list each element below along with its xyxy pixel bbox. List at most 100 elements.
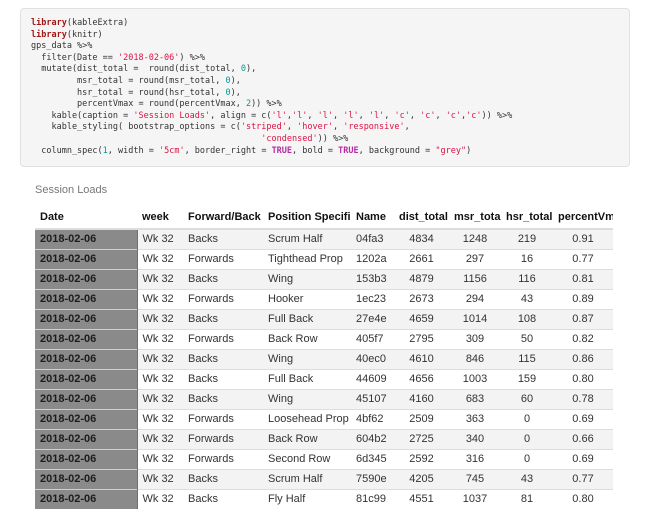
column-header-week: week	[137, 205, 183, 229]
column-header-name: Name	[351, 205, 394, 229]
cell-msr-total: 1037	[449, 489, 501, 509]
cell-dist-total: 2725	[394, 429, 449, 449]
code-token-str: 'striped'	[241, 122, 287, 132]
cell-dist-total: 2673	[394, 289, 449, 309]
column-header-msr-total: msr_total	[449, 205, 501, 229]
table-row: 2018-02-06Wk 32BacksWing153b348791156116…	[35, 269, 613, 289]
cell-date: 2018-02-06	[35, 329, 137, 349]
cell-week: Wk 32	[137, 369, 183, 389]
cell-hsr-total: 115	[501, 349, 553, 369]
cell-week: Wk 32	[137, 289, 183, 309]
cell-name: 604b2	[351, 429, 394, 449]
cell-position-specific: Wing	[263, 349, 351, 369]
cell-date: 2018-02-06	[35, 249, 137, 269]
r-code-block: library(kableExtra)library(knitr)gps_dat…	[20, 8, 630, 167]
code-token-str: 'condensed'	[261, 134, 317, 144]
cell-forward-back: Forwards	[183, 249, 263, 269]
code-line: library(knitr)	[31, 30, 619, 42]
cell-forward-back: Forwards	[183, 429, 263, 449]
cell-dist-total: 4160	[394, 389, 449, 409]
session-loads-table: Session Loads DateweekForward/BackPositi…	[35, 180, 613, 509]
cell-percentvmax: 0.66	[553, 429, 613, 449]
cell-position-specific: Wing	[263, 269, 351, 289]
cell-hsr-total: 43	[501, 289, 553, 309]
code-token: kable_styling( bootstrap_options = c(	[31, 122, 241, 132]
cell-week: Wk 32	[137, 489, 183, 509]
cell-percentvmax: 0.77	[553, 249, 613, 269]
code-token: percentVmax = round(percentVmax,	[31, 99, 246, 109]
table-row: 2018-02-06Wk 32ForwardsBack Row604b22725…	[35, 429, 613, 449]
cell-name: 4bf62	[351, 409, 394, 429]
cell-hsr-total: 159	[501, 369, 553, 389]
code-token-str: 'l'	[369, 111, 384, 121]
table-row: 2018-02-06Wk 32BacksWing40ec046108461150…	[35, 349, 613, 369]
cell-percentvmax: 0.80	[553, 369, 613, 389]
code-line: hsr_total = round(hsr_total, 0),	[31, 88, 619, 100]
code-token: , background =	[359, 146, 436, 156]
cell-msr-total: 340	[449, 429, 501, 449]
cell-msr-total: 1014	[449, 309, 501, 329]
cell-week: Wk 32	[137, 269, 183, 289]
cell-percentvmax: 0.69	[553, 409, 613, 429]
code-token: )) %>%	[482, 111, 513, 121]
cell-percentvmax: 0.87	[553, 309, 613, 329]
code-token: ,	[435, 111, 445, 121]
cell-name: 7590e	[351, 469, 394, 489]
code-token: , bold =	[292, 146, 338, 156]
code-token-str: 'l'	[272, 111, 287, 121]
cell-position-specific: Back Row	[263, 329, 351, 349]
cell-forward-back: Forwards	[183, 329, 263, 349]
code-token: , align = c(	[210, 111, 271, 121]
code-token: filter(Date ==	[31, 53, 118, 63]
cell-date: 2018-02-06	[35, 429, 137, 449]
cell-position-specific: Fly Half	[263, 489, 351, 509]
cell-week: Wk 32	[137, 469, 183, 489]
cell-date: 2018-02-06	[35, 409, 137, 429]
cell-name: 1ec23	[351, 289, 394, 309]
cell-hsr-total: 219	[501, 229, 553, 249]
code-token-str: 'c'	[420, 111, 435, 121]
code-token: column_spec(	[31, 146, 103, 156]
cell-week: Wk 32	[137, 389, 183, 409]
cell-name: 153b3	[351, 269, 394, 289]
table-header-row: DateweekForward/BackPosition SpecificNam…	[35, 205, 613, 229]
cell-date: 2018-02-06	[35, 289, 137, 309]
cell-position-specific: Tighthead Prop	[263, 249, 351, 269]
cell-date: 2018-02-06	[35, 349, 137, 369]
cell-hsr-total: 108	[501, 309, 553, 329]
cell-date: 2018-02-06	[35, 229, 137, 249]
cell-hsr-total: 116	[501, 269, 553, 289]
column-header-dist-total: dist_total	[394, 205, 449, 229]
cell-forward-back: Backs	[183, 229, 263, 249]
code-token-str: 'responsive'	[343, 122, 404, 132]
cell-week: Wk 32	[137, 449, 183, 469]
cell-dist-total: 4610	[394, 349, 449, 369]
code-token: ),	[246, 64, 256, 74]
cell-msr-total: 683	[449, 389, 501, 409]
session-loads-table-wrap: Session Loads DateweekForward/BackPositi…	[35, 180, 615, 509]
code-line: filter(Date == '2018-02-06') %>%	[31, 53, 619, 65]
code-line: column_spec(1, width = '5cm', border_rig…	[31, 146, 619, 158]
cell-hsr-total: 60	[501, 389, 553, 409]
table-body: 2018-02-06Wk 32BacksScrum Half04fa348341…	[35, 229, 613, 509]
table-row: 2018-02-06Wk 32ForwardsSecond Row6d34525…	[35, 449, 613, 469]
code-token: gps_data %>%	[31, 41, 92, 51]
cell-percentvmax: 0.77	[553, 469, 613, 489]
cell-name: 1202a	[351, 249, 394, 269]
cell-hsr-total: 0	[501, 449, 553, 469]
cell-msr-total: 363	[449, 409, 501, 429]
code-token-str: '2018-02-06'	[118, 53, 179, 63]
cell-dist-total: 4551	[394, 489, 449, 509]
cell-week: Wk 32	[137, 429, 183, 449]
cell-dist-total: 2509	[394, 409, 449, 429]
cell-forward-back: Backs	[183, 389, 263, 409]
cell-forward-back: Backs	[183, 489, 263, 509]
cell-percentvmax: 0.91	[553, 229, 613, 249]
cell-name: 44609	[351, 369, 394, 389]
cell-date: 2018-02-06	[35, 389, 137, 409]
table-row: 2018-02-06Wk 32ForwardsHooker1ec23267329…	[35, 289, 613, 309]
code-line: mutate(dist_total = round(dist_total, 0)…	[31, 64, 619, 76]
cell-week: Wk 32	[137, 249, 183, 269]
code-token-str: 'c'	[394, 111, 409, 121]
cell-dist-total: 2592	[394, 449, 449, 469]
